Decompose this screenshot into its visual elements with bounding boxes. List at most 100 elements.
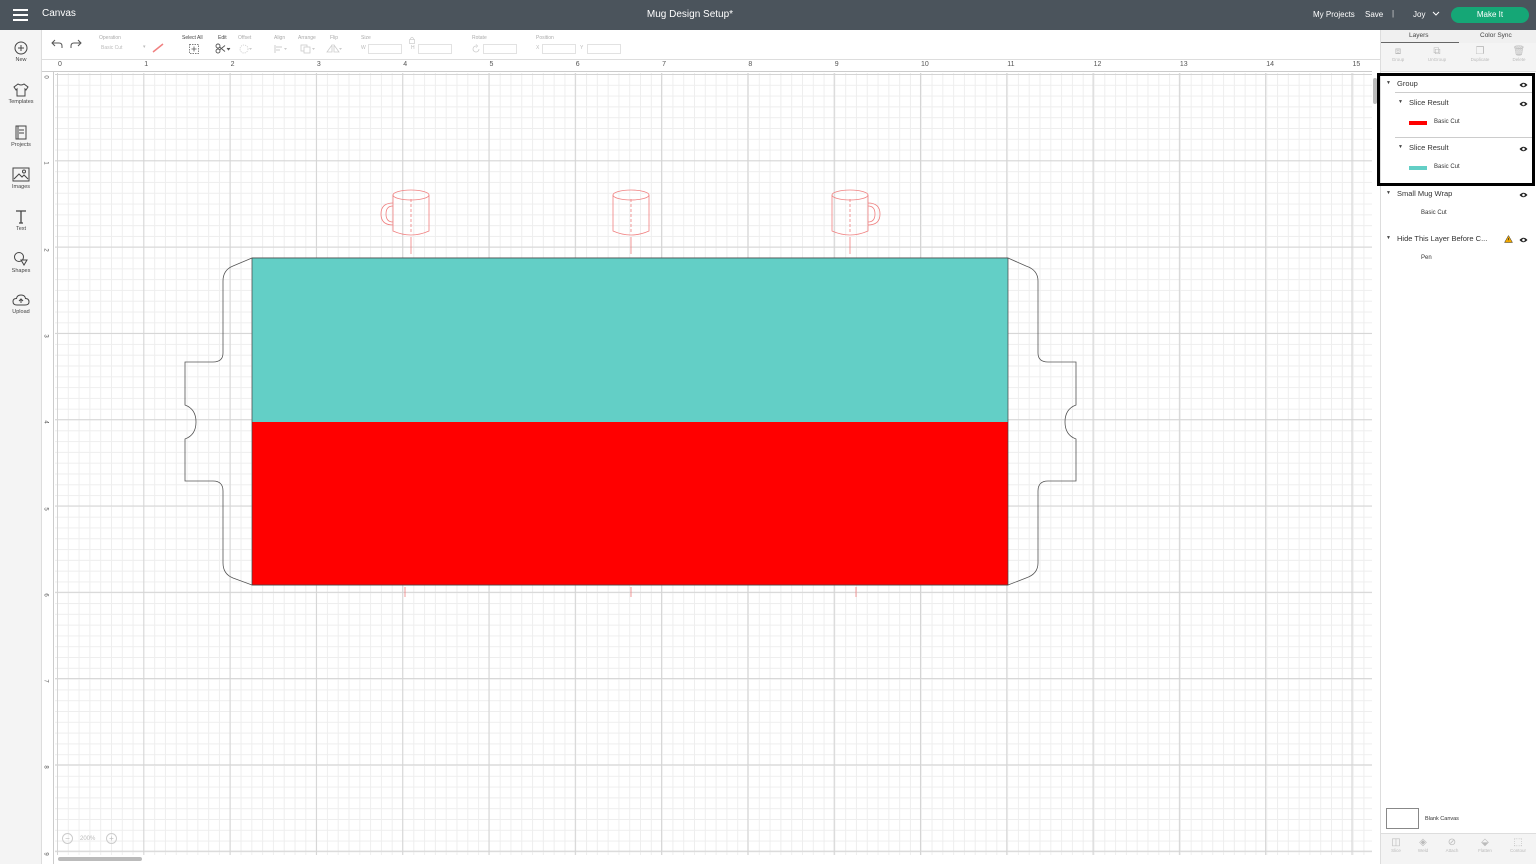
group-button[interactable]: ⧈ Group	[1383, 46, 1413, 62]
hide-layer-operation: Pen	[1421, 255, 1432, 261]
ruler-left-number: 1	[42, 161, 49, 165]
contour-button[interactable]: ⬚ Contour	[1503, 837, 1533, 853]
blank-canvas-swatch[interactable]	[1386, 808, 1419, 829]
flatten-icon: ⬙	[1481, 837, 1489, 848]
caret-down-icon[interactable]: ▼	[1398, 144, 1403, 150]
ruler-left-number: 3	[42, 334, 49, 338]
color-swatch-teal[interactable]	[1409, 166, 1427, 170]
width-input[interactable]	[368, 44, 402, 54]
eye-icon[interactable]	[1519, 82, 1528, 88]
sidebar-item-new[interactable]: New	[0, 41, 42, 63]
sidebar-item-shapes[interactable]: Shapes	[0, 251, 42, 274]
color-swatch-red[interactable]	[1409, 121, 1427, 125]
sidebar-item-text[interactable]: Text	[0, 209, 42, 232]
ruler-top-number: 11	[1007, 61, 1015, 68]
layer-slice-result-2[interactable]: ▼ Slice Result	[1381, 141, 1536, 155]
zoom-in-button[interactable]: +	[106, 833, 117, 844]
bottom-tools: ◫ Slice ◈ Weld ⊘ Attach ⬙ Flatten ⬚ Cont…	[1381, 833, 1536, 864]
ruler-top-number: 0	[58, 61, 62, 68]
design-canvas[interactable]	[55, 73, 1372, 855]
height-input[interactable]	[418, 44, 452, 54]
flatten-button[interactable]: ⬙ Flatten	[1470, 837, 1500, 853]
rotate-input[interactable]	[483, 44, 517, 54]
ruler-top-number: 1	[144, 61, 149, 68]
attach-button[interactable]: ⊘ Attach	[1437, 837, 1467, 853]
ungroup-button[interactable]: ⧉ UnGroup	[1422, 46, 1452, 62]
height-label: H	[411, 45, 415, 51]
undo-icon[interactable]	[51, 39, 63, 49]
rotate-label: Rotate	[472, 35, 487, 41]
duplicate-button[interactable]: ❐ Duplicate	[1465, 46, 1495, 62]
sidebar-item-images[interactable]: Images	[0, 167, 42, 190]
top-bar: Canvas Mug Design Setup* My Projects Sav…	[0, 0, 1536, 30]
sidebar-item-templates[interactable]: Templates	[0, 83, 42, 105]
layer-small-mug-wrap[interactable]: ▼ Small Mug Wrap	[1381, 187, 1536, 201]
lock-icon[interactable]	[408, 36, 416, 44]
group-button-label: Group	[1391, 57, 1405, 62]
slice-button[interactable]: ◫ Slice	[1381, 837, 1411, 853]
chevron-down-icon[interactable]	[1432, 8, 1440, 20]
align-icon[interactable]	[274, 44, 288, 54]
select-all-icon[interactable]	[189, 44, 199, 54]
ungroup-button-label: UnGroup	[1427, 57, 1447, 62]
ruler-left-number: 4	[42, 420, 49, 424]
plus-circle-icon	[14, 41, 28, 55]
y-input[interactable]	[587, 44, 621, 54]
attach-icon: ⊘	[1447, 837, 1457, 848]
slice-result-red[interactable]	[252, 422, 1008, 585]
flatten-button-label: Flatten	[1478, 848, 1492, 853]
sidebar-label-shapes: Shapes	[11, 268, 31, 274]
ruler-top-number: 10	[921, 61, 929, 68]
layer-group[interactable]: ▼ Group	[1381, 77, 1536, 91]
tab-layers[interactable]: Layers	[1409, 32, 1429, 39]
offset-icon[interactable]	[239, 44, 253, 54]
operation-select[interactable]: Basic Cut	[99, 44, 147, 54]
scissors-icon[interactable]	[215, 43, 231, 54]
save-button[interactable]: Save	[1365, 10, 1383, 19]
delete-button[interactable]: 🗑 Delete	[1504, 46, 1534, 62]
layer-divider	[1395, 92, 1533, 93]
weld-button[interactable]: ◈ Weld	[1408, 837, 1438, 853]
my-projects-link[interactable]: My Projects	[1313, 10, 1355, 19]
pen-color-icon[interactable]	[152, 43, 164, 53]
sidebar-item-projects[interactable]: Projects	[0, 125, 42, 148]
vertical-scrollbar[interactable]	[1373, 78, 1377, 104]
ruler-top-number: 4	[403, 61, 408, 68]
position-label: Position	[536, 35, 554, 41]
tab-color-sync[interactable]: Color Sync	[1480, 32, 1512, 39]
caret-down-icon[interactable]: ▼	[1386, 190, 1391, 196]
shapes-icon	[14, 252, 28, 266]
user-menu[interactable]: Joy	[1413, 10, 1425, 19]
ruler-top-number: 15	[1352, 61, 1361, 68]
eye-icon[interactable]	[1519, 192, 1528, 198]
caret-down-icon[interactable]: ▼	[1386, 80, 1391, 86]
ruler-top-number: 12	[1093, 61, 1102, 68]
eye-icon[interactable]	[1519, 237, 1528, 243]
blank-canvas-label: Blank Canvas	[1425, 816, 1459, 822]
arrange-icon[interactable]	[300, 44, 316, 54]
flip-icon[interactable]	[326, 44, 342, 54]
redo-icon[interactable]	[70, 39, 82, 49]
caret-down-icon[interactable]: ▼	[1386, 235, 1391, 241]
group-icon: ⧈	[1394, 46, 1402, 57]
sidebar-label-upload: Upload	[12, 309, 30, 315]
arrange-label: Arrange	[298, 35, 316, 41]
layer-slice-result-1[interactable]: ▼ Slice Result	[1381, 96, 1536, 110]
x-input[interactable]	[542, 44, 576, 54]
slice-result-teal[interactable]	[252, 258, 1008, 422]
layer-hide-this-layer[interactable]: ▼ Hide This Layer Before C...	[1381, 232, 1536, 246]
caret-down-icon[interactable]: ▼	[1398, 99, 1403, 105]
panel-tabs: Layers Color Sync	[1381, 30, 1536, 43]
flip-label: Flip	[330, 35, 339, 41]
rotate-icon	[472, 44, 480, 53]
horizontal-scrollbar[interactable]	[58, 857, 142, 861]
zoom-out-button[interactable]: −	[62, 833, 73, 844]
slice2-operation: Basic Cut	[1434, 164, 1460, 170]
layer-mug-wrap-label: Small Mug Wrap	[1397, 189, 1453, 198]
sidebar-item-upload[interactable]: Upload	[0, 293, 42, 315]
ruler-left-number: 0	[42, 75, 49, 79]
ruler-top-number: 6	[575, 61, 580, 68]
eye-icon[interactable]	[1519, 146, 1528, 152]
eye-icon[interactable]	[1519, 101, 1528, 107]
make-it-button[interactable]: Make It	[1451, 7, 1529, 23]
